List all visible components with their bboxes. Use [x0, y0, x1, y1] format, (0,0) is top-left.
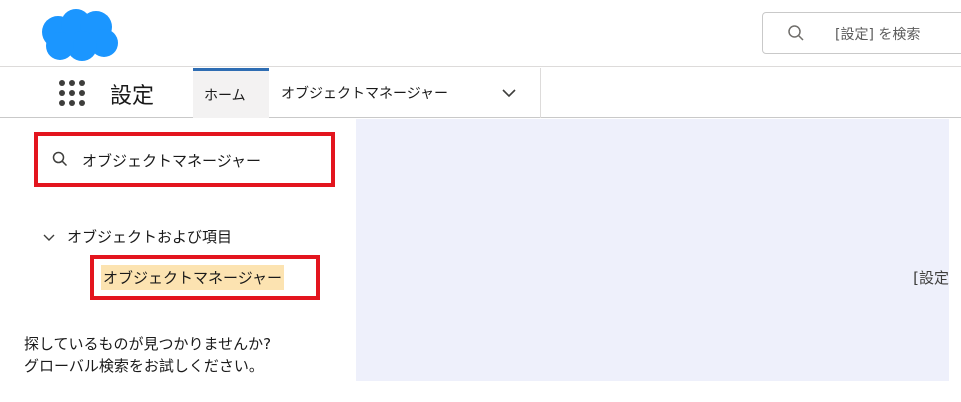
tab-home-label: ホーム	[204, 88, 246, 104]
search-icon	[788, 25, 804, 41]
search-placeholder: [設定] を検索	[835, 27, 921, 43]
main-text-fragment: [設定	[913, 269, 949, 287]
global-search-input[interactable]: [設定] を検索	[762, 12, 961, 54]
app-launcher-grid-icon[interactable]	[59, 80, 85, 106]
tab-object-manager-label: オブジェクトマネージャー	[281, 86, 449, 102]
tree-item-object-manager[interactable]: オブジェクトマネージャー	[101, 265, 284, 290]
highlight-box: オブジェクトマネージャー	[90, 255, 320, 300]
chevron-down-icon	[43, 234, 55, 241]
salesforce-cloud-icon[interactable]	[38, 6, 120, 64]
app-navigation-bar: 設定 ホーム オブジェクトマネージャー	[0, 68, 961, 118]
help-text-line: グローバル検索をお試しください。	[24, 357, 264, 375]
setup-sidebar: オブジェクトマネージャー オブジェクトおよび項目 オブジェクトマネージャー 探し…	[0, 119, 356, 402]
help-text: 探しているものが見つかりませんか? グローバル検索をお試しください。	[24, 333, 271, 377]
search-icon	[52, 151, 68, 167]
quick-find-value: オブジェクトマネージャー	[82, 152, 261, 170]
main-content-area: [設定	[356, 119, 949, 381]
help-text-line: 探しているものが見つかりませんか?	[24, 335, 272, 353]
quick-find-input[interactable]: オブジェクトマネージャー	[34, 132, 335, 187]
app-title: 設定	[110, 84, 155, 109]
tab-object-manager[interactable]: オブジェクトマネージャー	[269, 68, 541, 118]
global-header: [設定] を検索	[0, 0, 961, 67]
tab-home[interactable]: ホーム	[193, 68, 269, 118]
chevron-down-icon[interactable]	[501, 87, 517, 99]
tree-section-label: オブジェクトおよび項目	[67, 228, 233, 246]
tree-section-objects-and-fields[interactable]: オブジェクトおよび項目	[43, 226, 232, 247]
